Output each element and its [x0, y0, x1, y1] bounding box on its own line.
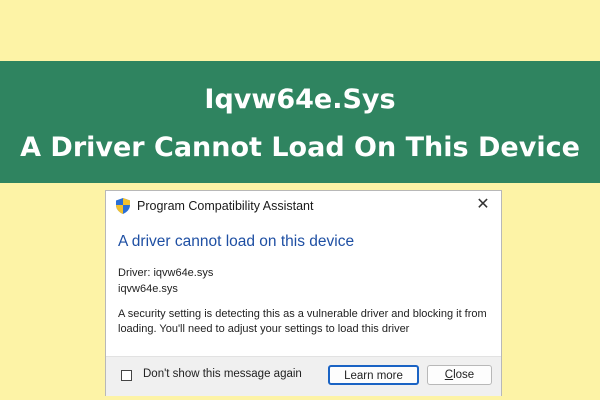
banner-subtitle: A Driver Cannot Load On This Device: [20, 132, 580, 163]
dialog-message: A security setting is detecting this as …: [118, 308, 487, 335]
dialog-footer: Don't show this message again Learn more…: [106, 356, 501, 396]
banner-title: Iqvw64e.Sys: [204, 84, 396, 115]
close-button[interactable]: Close: [427, 365, 492, 385]
shield-icon: [116, 198, 130, 214]
close-icon[interactable]: ✕: [473, 195, 493, 215]
dont-show-again-checkbox[interactable]: [121, 370, 132, 381]
driver-file-line: iqvw64e.sys: [118, 283, 178, 295]
title-banner: Iqvw64e.Sys A Driver Cannot Load On This…: [0, 61, 600, 183]
dialog-title: Program Compatibility Assistant: [137, 199, 314, 213]
learn-more-button[interactable]: Learn more: [328, 365, 419, 385]
program-compatibility-dialog: Program Compatibility Assistant ✕ A driv…: [105, 190, 502, 396]
dialog-heading: A driver cannot load on this device: [118, 233, 355, 250]
dialog-titlebar: Program Compatibility Assistant ✕: [106, 191, 501, 221]
close-button-label: lose: [453, 369, 475, 381]
driver-name-line: Driver: iqvw64e.sys: [118, 267, 214, 279]
close-button-accesskey: C: [444, 369, 454, 381]
dont-show-again-label[interactable]: Don't show this message again: [143, 368, 302, 380]
